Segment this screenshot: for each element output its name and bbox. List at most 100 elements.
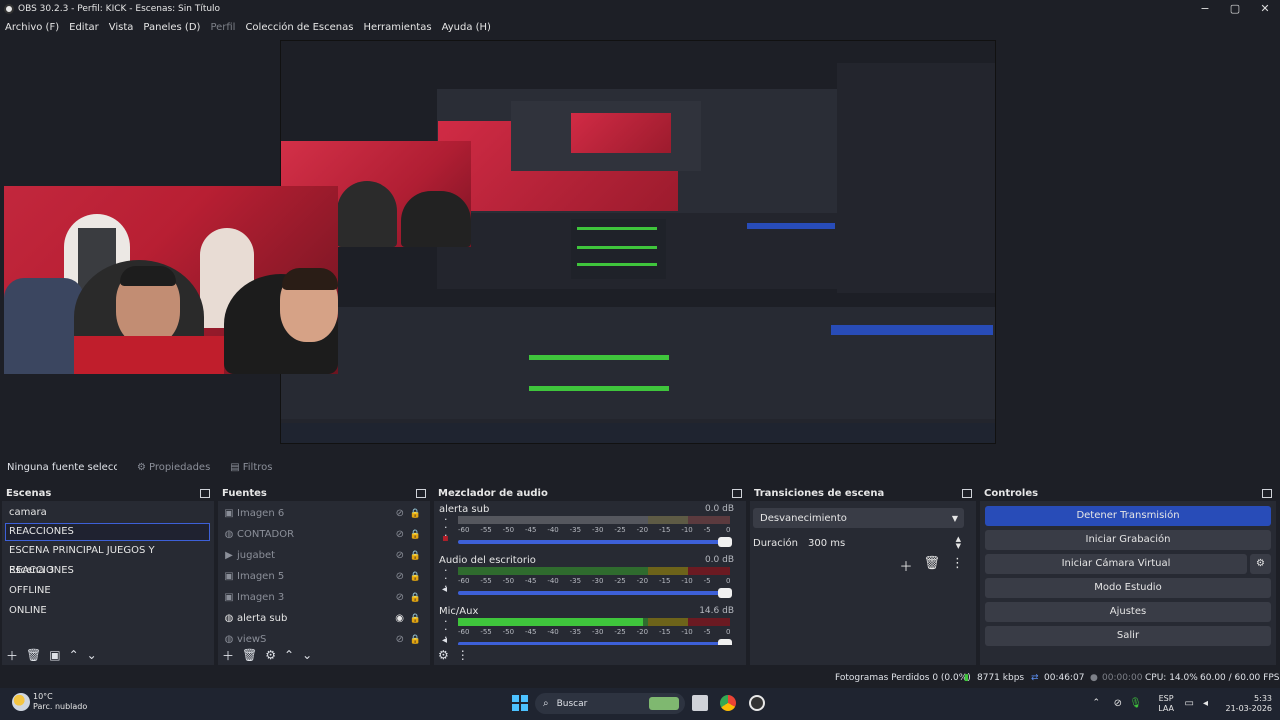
start-virtual-camera-button[interactable]: Iniciar Cámara Virtual (985, 554, 1247, 574)
undock-icon[interactable] (962, 488, 972, 498)
menu-vista[interactable]: Vista (109, 22, 134, 33)
scale-tick-label: -15 (659, 628, 671, 636)
close-button[interactable]: ✕ (1250, 0, 1280, 18)
start-recording-button[interactable]: Iniciar Grabación (985, 530, 1271, 550)
trash-icon[interactable]: 🗑 (26, 648, 41, 662)
scene-item[interactable]: ESCENA PRINCIPAL JUEGOS Y REACCIONES (2, 541, 214, 576)
lock-icon[interactable]: 🔒 (410, 614, 421, 624)
eye-icon[interactable]: ◉ (395, 613, 404, 624)
duration-label: Duración (753, 537, 799, 549)
display-icon[interactable]: ▭ (1185, 698, 1194, 709)
speaker-icon[interactable]: ◂ (442, 584, 447, 595)
source-item[interactable]: ◍ CONTADOR ⊘ 🔒 (218, 524, 430, 545)
network-off-icon[interactable]: ⊘ (1114, 698, 1122, 709)
scale-tick-label: 0 (726, 577, 731, 585)
slider-knob[interactable] (718, 588, 732, 598)
menu-editar[interactable]: Editar (69, 22, 99, 33)
clock-time: 5:33 (1254, 694, 1272, 703)
menu-ayuda[interactable]: Ayuda (H) (442, 22, 491, 33)
exit-button[interactable]: Salir (985, 626, 1271, 646)
chrome-icon[interactable] (720, 695, 736, 711)
kebab-menu-icon[interactable]: ⋮ (457, 648, 469, 662)
filters-button[interactable]: ▤ Filtros (230, 462, 272, 473)
kebab-menu-icon[interactable]: ⋮ (951, 556, 964, 575)
undock-icon[interactable] (1262, 488, 1272, 498)
stop-streaming-button[interactable]: Detener Transmisión (985, 506, 1271, 526)
taskbar-search[interactable]: ⌕ Buscar (535, 693, 685, 714)
language-indicator[interactable]: ESP LAA (1158, 694, 1174, 714)
move-up-icon[interactable]: ⌃ (284, 648, 294, 662)
source-label: Imagen 3 (237, 592, 285, 603)
source-item[interactable]: ▣ Imagen 5 ⊘ 🔒 (218, 566, 430, 587)
source-item[interactable]: ◍ alerta sub ◉ 🔒 (218, 608, 430, 629)
undock-icon[interactable] (732, 488, 742, 498)
properties-button[interactable]: ⚙ Propiedades (137, 462, 210, 473)
clock[interactable]: 5:33 21-03-2026 (1210, 694, 1273, 714)
lock-icon[interactable]: 🔒 (410, 530, 421, 540)
move-down-icon[interactable]: ⌄ (87, 648, 97, 662)
virtual-camera-settings-button[interactable]: ⚙ (1250, 554, 1271, 574)
windows-start-icon[interactable] (512, 695, 528, 711)
weather-widget[interactable]: 10°C Parc. nublado (12, 692, 87, 712)
add-icon[interactable]: ＋ (899, 556, 912, 575)
eye-hidden-icon[interactable]: ⊘ (396, 529, 404, 540)
duration-input[interactable]: 300 ms (805, 533, 964, 553)
task-view-icon[interactable] (692, 695, 708, 711)
maximize-button[interactable]: ▢ (1220, 0, 1250, 18)
menu-paneles[interactable]: Paneles (D) (143, 22, 200, 33)
add-icon[interactable]: ＋ (6, 647, 18, 664)
eye-hidden-icon[interactable]: ⊘ (396, 592, 404, 603)
transition-select[interactable]: Desvanecimiento ▼ (753, 508, 964, 528)
eye-hidden-icon[interactable]: ⊘ (396, 571, 404, 582)
gear-icon[interactable]: ⚙ (265, 648, 276, 662)
minimize-button[interactable]: − (1190, 0, 1220, 18)
gear-icon[interactable]: ⚙ (438, 648, 449, 662)
scene-item[interactable]: Escena 3 (2, 561, 214, 581)
scene-item[interactable]: OFFLINE (2, 581, 214, 601)
slider-knob[interactable] (718, 537, 732, 547)
lock-icon[interactable]: 🔒 (410, 509, 421, 519)
scale-tick-label: -30 (592, 577, 604, 585)
undock-icon[interactable] (200, 488, 210, 498)
lock-icon[interactable]: 🔒 (410, 593, 421, 603)
volume-icon[interactable]: ◂ (1203, 698, 1208, 709)
scale-tick-label: -45 (525, 526, 537, 534)
source-item[interactable]: ▶ jugabet ⊘ 🔒 (218, 545, 430, 566)
scale-tick-label: -15 (659, 577, 671, 585)
menu-archivo[interactable]: Archivo (F) (5, 22, 59, 33)
mic-icon[interactable]: 🎙 (1129, 698, 1142, 709)
speaker-icon[interactable]: ◂ (442, 635, 447, 645)
menu-perfil[interactable]: Perfil (210, 22, 235, 33)
menu-herramientas[interactable]: Herramientas (363, 22, 431, 33)
add-icon[interactable]: ＋ (222, 647, 234, 664)
lock-icon[interactable]: 🔒 (410, 635, 421, 645)
lock-icon[interactable]: 🔒 (410, 551, 421, 561)
eye-hidden-icon[interactable]: ⊘ (396, 550, 404, 561)
move-up-icon[interactable]: ⌃ (69, 648, 79, 662)
source-item[interactable]: ▣ Imagen 6 ⊘ 🔒 (218, 503, 430, 524)
scene-item[interactable]: camara (2, 503, 214, 523)
move-down-icon[interactable]: ⌄ (302, 648, 312, 662)
trash-icon[interactable]: 🗑 (923, 556, 940, 575)
obs-taskbar-icon[interactable] (749, 695, 765, 711)
scene-item[interactable]: ONLINE (2, 601, 214, 621)
source-item[interactable]: ◍ viewS ⊘ 🔒 (218, 629, 430, 645)
undock-icon[interactable] (416, 488, 426, 498)
volume-slider[interactable] (458, 588, 732, 598)
eye-hidden-icon[interactable]: ⊘ (396, 508, 404, 519)
menu-coleccion-escenas[interactable]: Colección de Escenas (245, 22, 353, 33)
transition-tools: ＋ 🗑 ⋮ (888, 556, 964, 575)
scene-item-selected[interactable]: REACCIONES (5, 523, 210, 541)
source-item[interactable]: ▣ Imagen 3 ⊘ 🔒 (218, 587, 430, 608)
volume-slider[interactable] (458, 537, 732, 547)
eye-hidden-icon[interactable]: ⊘ (396, 634, 404, 645)
muted-speaker-icon[interactable]: ▪ (442, 533, 449, 544)
spinner-icon[interactable]: ▲ ▼ (956, 536, 961, 550)
trash-icon[interactable]: 🗑 (242, 648, 257, 662)
settings-button[interactable]: Ajustes (985, 602, 1271, 622)
chevron-up-icon[interactable]: ⌃ (1092, 698, 1100, 708)
filters-icon[interactable]: ▣ (49, 648, 60, 662)
studio-mode-button[interactable]: Modo Estudio (985, 578, 1271, 598)
lock-icon[interactable]: 🔒 (410, 572, 421, 582)
program-preview[interactable] (0, 36, 1280, 451)
